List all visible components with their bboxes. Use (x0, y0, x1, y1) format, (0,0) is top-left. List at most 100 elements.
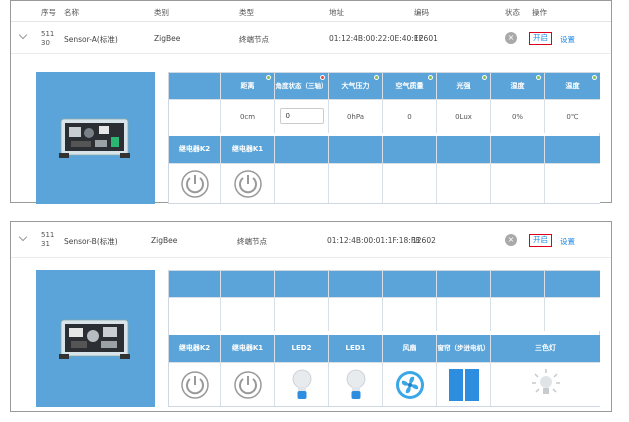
bulb-icon[interactable] (346, 368, 366, 402)
angle-input[interactable]: 0 (279, 108, 324, 124)
actuator-header-empty (437, 136, 491, 163)
actuator-header-relay-k2: 继电器K2 (169, 136, 221, 163)
sensor-value-light: 0Lux (437, 99, 491, 133)
sensor-value-blank (169, 99, 221, 133)
power-icon[interactable] (233, 169, 263, 199)
status-indicator (266, 75, 271, 80)
header-operation: 操作 (532, 8, 547, 17)
header-code: 编码 (414, 8, 429, 17)
rgb-light-icon[interactable] (531, 368, 561, 402)
sensor-value-air-quality: 0 (383, 99, 437, 133)
header-address: 地址 (329, 8, 344, 17)
sensor-header-distance: 距离 (221, 73, 275, 99)
sensor-header-empty (491, 271, 545, 297)
device-photo (36, 270, 155, 407)
rgb-light-cell (491, 362, 600, 406)
relay-k1-cell (221, 362, 275, 406)
status-indicator (428, 75, 433, 80)
sensor-header-humidity: 湿度 (491, 73, 545, 99)
empty-cell (491, 163, 545, 203)
relay-k2-cell (169, 163, 221, 203)
device-type: 终端节点 (239, 35, 269, 44)
empty-cell (329, 163, 383, 203)
status-indicator (320, 75, 325, 80)
empty-cell (169, 297, 221, 331)
sensor-value-temperature: 0℃ (545, 99, 600, 133)
header-category: 类别 (154, 8, 169, 17)
empty-cell (221, 297, 275, 331)
close-icon[interactable]: × (505, 32, 517, 44)
sensor-header-light: 光强 (437, 73, 491, 99)
header-type: 类型 (239, 8, 254, 17)
settings-link[interactable]: 设置 (560, 236, 575, 247)
actuator-header-relay-k2: 继电器K2 (169, 335, 221, 362)
actuator-header-fan: 风扇 (383, 335, 437, 362)
led2-cell (275, 362, 329, 406)
row-index: 511 30 (41, 30, 55, 47)
sensor-header-temperature: 温度 (545, 73, 600, 99)
device-type: 终端节点 (237, 237, 267, 246)
actuator-header-empty (545, 136, 600, 163)
sensor-header-empty (275, 271, 329, 297)
device-code: 12601 (414, 34, 438, 43)
device-address: 01:12:4B:00:01:1F:18:F8 (327, 236, 420, 245)
chevron-down-icon[interactable] (18, 232, 28, 242)
status-indicator (374, 75, 379, 80)
chevron-down-icon[interactable] (18, 30, 28, 40)
actuator-header-rgb-light: 三色灯 (491, 335, 600, 362)
led1-cell (329, 362, 383, 406)
device-category: ZigBee (154, 34, 181, 43)
device-address: 01:12:4B:00:22:0E:40:EE (329, 34, 424, 43)
sensor-actuator-grid: 继电器K2 继电器K1 LED2 LED1 风扇 窗帘（步进电机） 三色灯 (168, 270, 600, 407)
sensor-actuator-grid: 距离 角度状态（三轴） 大气压力 空气质量 光强 湿度 温度 0cm 0 0hP… (168, 72, 600, 204)
fan-icon[interactable] (395, 370, 425, 400)
sensor-header-empty (545, 271, 600, 297)
empty-cell (437, 297, 491, 331)
device-photo (36, 72, 155, 204)
circuit-board-image (59, 118, 130, 158)
table-header: 序号 名称 类别 类型 地址 编码 状态 操作 (11, 1, 611, 22)
sensor-value-angle: 0 (275, 99, 329, 133)
empty-cell (275, 297, 329, 331)
device-name: Sensor-B(标准) (64, 237, 118, 246)
row-index: 511 31 (41, 231, 55, 248)
device-panel-sensor-b: 511 31 Sensor-B(标准) ZigBee 终端节点 01:12:4B… (10, 221, 612, 412)
empty-cell (491, 297, 545, 331)
actuator-header-empty (383, 136, 437, 163)
empty-cell (383, 297, 437, 331)
status-indicator (536, 75, 541, 80)
power-icon[interactable] (180, 370, 210, 400)
open-button[interactable]: 开启 (529, 234, 552, 247)
sensor-header-blank (169, 73, 221, 99)
sensor-header-angle: 角度状态（三轴） (275, 73, 329, 99)
empty-cell (545, 297, 600, 331)
empty-cell (437, 163, 491, 203)
sensor-value-pressure: 0hPa (329, 99, 383, 133)
bulb-icon[interactable] (292, 368, 312, 402)
empty-cell (383, 163, 437, 203)
actuator-header-empty (491, 136, 545, 163)
power-icon[interactable] (233, 370, 263, 400)
close-icon[interactable]: × (505, 234, 517, 246)
header-name: 名称 (64, 8, 79, 17)
open-button[interactable]: 开启 (529, 32, 552, 45)
empty-cell (545, 163, 600, 203)
status-indicator (592, 75, 597, 80)
sensor-header-empty (329, 271, 383, 297)
sensor-header-air-quality: 空气质量 (383, 73, 437, 99)
sensor-header-empty (383, 271, 437, 297)
device-category: ZigBee (151, 236, 178, 245)
curtain-icon[interactable] (448, 368, 480, 402)
table-row[interactable]: 511 31 Sensor-B(标准) ZigBee 终端节点 01:12:4B… (11, 222, 611, 258)
power-icon[interactable] (180, 169, 210, 199)
sensor-header-pressure: 大气压力 (329, 73, 383, 99)
table-row[interactable]: 511 30 Sensor-A(标准) ZigBee 终端节点 01:12:4B… (11, 23, 611, 54)
actuator-header-curtain: 窗帘（步进电机） (437, 335, 491, 362)
actuator-header-empty (329, 136, 383, 163)
header-index: 序号 (41, 8, 56, 17)
sensor-value-distance: 0cm (221, 99, 275, 133)
actuator-header-led2: LED2 (275, 335, 329, 362)
actuator-header-relay-k1: 继电器K1 (221, 136, 275, 163)
settings-link[interactable]: 设置 (560, 34, 575, 45)
status-indicator (482, 75, 487, 80)
